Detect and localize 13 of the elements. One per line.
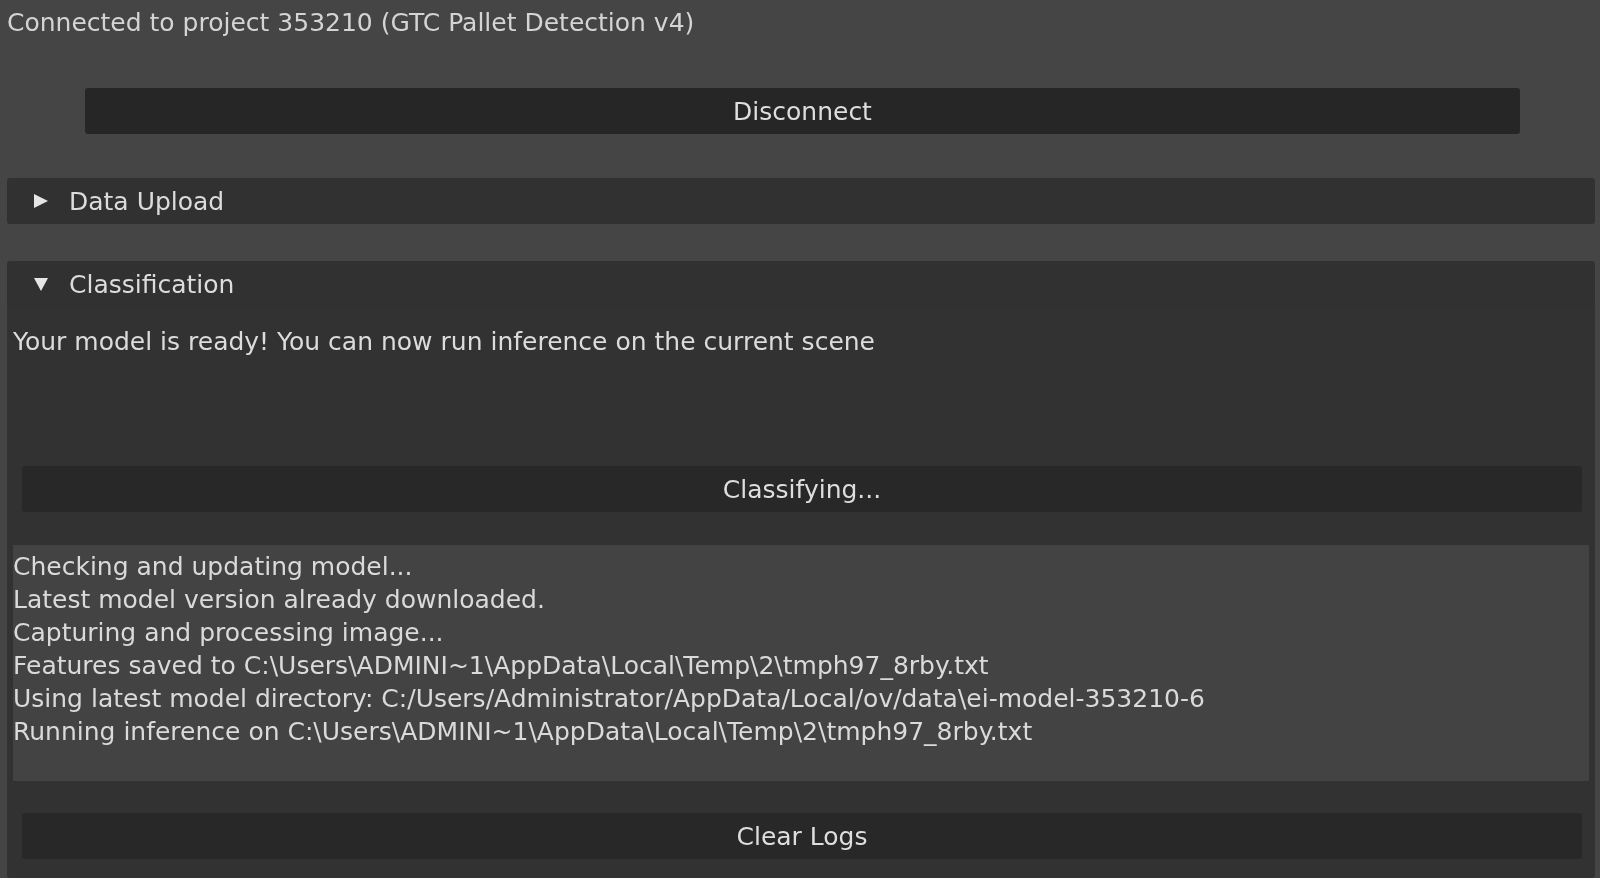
- log-line: Features saved to C:\Users\ADMINI~1\AppData\Local\Temp\2\tmph97_8rby.txt: [13, 650, 989, 682]
- status-message: Your model is ready! You can now run inference on the current scene: [13, 326, 875, 358]
- log-line: Using latest model directory: C:/Users/Administrator/AppData/Local/ov/data\ei-model-353210-6: [13, 683, 1205, 715]
- connection-status: Connected to project 353210 (GTC Pallet Detection v4): [7, 7, 695, 39]
- log-line: Capturing and processing image...: [13, 617, 444, 649]
- log-line: Latest model version already downloaded.: [13, 584, 545, 616]
- section-header[interactable]: Data Upload: [7, 178, 1595, 224]
- classify-button[interactable]: Classifying...: [22, 466, 1582, 512]
- clear-logs-button[interactable]: Clear Logs: [22, 813, 1582, 859]
- log-line: Checking and updating model...: [13, 551, 413, 583]
- disconnect-button[interactable]: Disconnect: [85, 88, 1520, 134]
- section-header[interactable]: Classification: [7, 261, 1595, 307]
- log-line: Running inference on C:\Users\ADMINI~1\AppData\Local\Temp\2\tmph97_8rby.txt: [13, 716, 1033, 748]
